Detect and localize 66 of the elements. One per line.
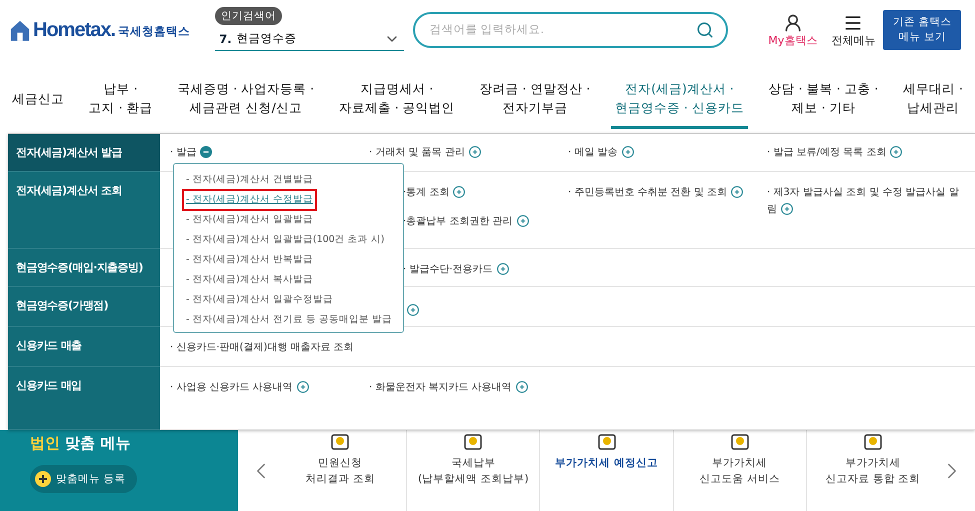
menu-link[interactable]: · 발급: [170, 144, 361, 161]
nav-tab[interactable]: 지급명세서 · 자료제출 · 공익법인: [334, 72, 459, 129]
logo-subtitle: 국세청홈택스: [118, 24, 190, 39]
all-menu-link[interactable]: 전체메뉴: [831, 32, 876, 48]
house-icon: [10, 18, 30, 42]
popular-search-label: 인기검색어: [215, 7, 282, 25]
menu-link[interactable]: · 제3자 발급사실 조회 및 수정 발급사실 알림: [767, 184, 967, 218]
plus-icon: [35, 471, 51, 487]
expand-icon[interactable]: [296, 381, 309, 394]
submenu-link[interactable]: - 전자(세금)계산서 일괄발급(100건 초과 시): [184, 231, 386, 249]
nav-tab[interactable]: 상담 · 불복 · 고충 · 제보 · 기타: [764, 72, 882, 129]
menu-link[interactable]: · 주민등록번호 수취분 전환 및 조회: [568, 184, 759, 201]
collapse-icon[interactable]: [200, 146, 212, 158]
expand-icon[interactable]: [516, 381, 528, 394]
menu-link[interactable]: ·총괄납부 조회권한 관리: [403, 212, 560, 230]
nav-tab[interactable]: 장려금 · 연말정산 · 전자기부금: [475, 72, 594, 129]
submenu-link[interactable]: - 전자(세금)계산서 건별발급: [184, 171, 315, 189]
menu-link[interactable]: ·통계 조회: [403, 184, 560, 201]
expand-icon[interactable]: [453, 186, 466, 198]
quick-menu-link[interactable]: 국세납부 (납부할세액 조회납부): [418, 456, 529, 488]
quick-menu-link[interactable]: 민원신청 처리결과 조회: [305, 456, 375, 488]
submenu-link[interactable]: - 전자(세금)계산서 일괄발급: [184, 211, 315, 229]
submenu-link[interactable]: - 전자(세금)계산서 전기료 등 공동매입분 발급: [184, 311, 394, 329]
menu-category[interactable]: 현금영수증(매입·지출증빙): [8, 248, 160, 288]
logo-text[interactable]: Hometax.: [33, 19, 116, 42]
submenu-link[interactable]: - 전자(세금)계산서 복사발급: [184, 271, 315, 289]
document-icon: [730, 434, 750, 450]
custom-menu-title: 법인 맞춤 메뉴: [30, 434, 130, 453]
nav-tab[interactable]: 국세증명 · 사업자등록 · 세금관련 신청/신고: [173, 72, 318, 129]
menu-link[interactable]: · 거래처 및 품목 관리: [369, 144, 560, 161]
document-icon: [862, 434, 883, 450]
quick-menu-link[interactable]: 부가가치세 신고자료 통합 조회: [826, 456, 920, 488]
nav-tab[interactable]: 세금신고: [8, 82, 68, 120]
popular-search-dropdown[interactable]: 7. 현금영수증: [215, 27, 404, 51]
expand-icon[interactable]: [622, 146, 634, 158]
document-icon: [596, 434, 616, 450]
nav-tab[interactable]: 납부 · 고지 · 환급: [84, 72, 157, 129]
expand-icon[interactable]: [496, 262, 509, 275]
add-custom-menu-button[interactable]: 맞춤메뉴 등록: [30, 465, 138, 493]
search-field[interactable]: 검색어를 입력하세요.: [413, 12, 728, 48]
quick-menu-link[interactable]: 부가가치세 예정신고: [555, 456, 658, 472]
submenu-link[interactable]: - 전자(세금)계산서 수정발급: [184, 191, 315, 209]
document-icon: [330, 434, 350, 450]
expand-icon[interactable]: [781, 203, 793, 216]
expand-icon[interactable]: [407, 304, 419, 316]
nav-tab[interactable]: 전자(세금)계산서 · 현금영수증 · 신용카드: [610, 72, 748, 129]
menu-link[interactable]: · 사업용 신용카드 사용내역: [170, 379, 361, 396]
menu-category[interactable]: 전자(세금)계산서 발급: [8, 134, 160, 172]
expand-icon[interactable]: [890, 146, 902, 158]
menu-link[interactable]: · 발급수단·전용카드: [403, 260, 560, 278]
expand-icon[interactable]: [468, 146, 481, 158]
document-icon: [463, 434, 484, 450]
search-icon[interactable]: [696, 21, 714, 39]
menu-link[interactable]: · 발급 보류/예정 목록 조회: [767, 144, 967, 161]
expand-icon[interactable]: [516, 215, 529, 228]
submenu-link[interactable]: - 전자(세금)계산서 일괄수정발급: [184, 291, 335, 309]
quick-menu-link[interactable]: 부가가치세 신고도움 서비스: [700, 456, 780, 488]
menu-link[interactable]: · 메일 발송: [568, 144, 759, 161]
old-menu-button[interactable]: 기존 홈택스 메뉴 보기: [883, 10, 961, 50]
menu-link[interactable]: · 화물운전자 복지카드 사용내역: [369, 379, 560, 396]
my-hometax-link[interactable]: My홈택스: [768, 32, 818, 48]
user-icon[interactable]: [782, 12, 803, 32]
menu-link[interactable]: · 신용카드·판매(결제)대행 매출자료 조회: [170, 339, 361, 356]
nav-tab[interactable]: 세무대리 · 납세관리: [899, 72, 967, 129]
submenu-link[interactable]: - 전자(세금)계산서 반복발급: [184, 251, 315, 269]
expand-icon[interactable]: [731, 186, 744, 198]
